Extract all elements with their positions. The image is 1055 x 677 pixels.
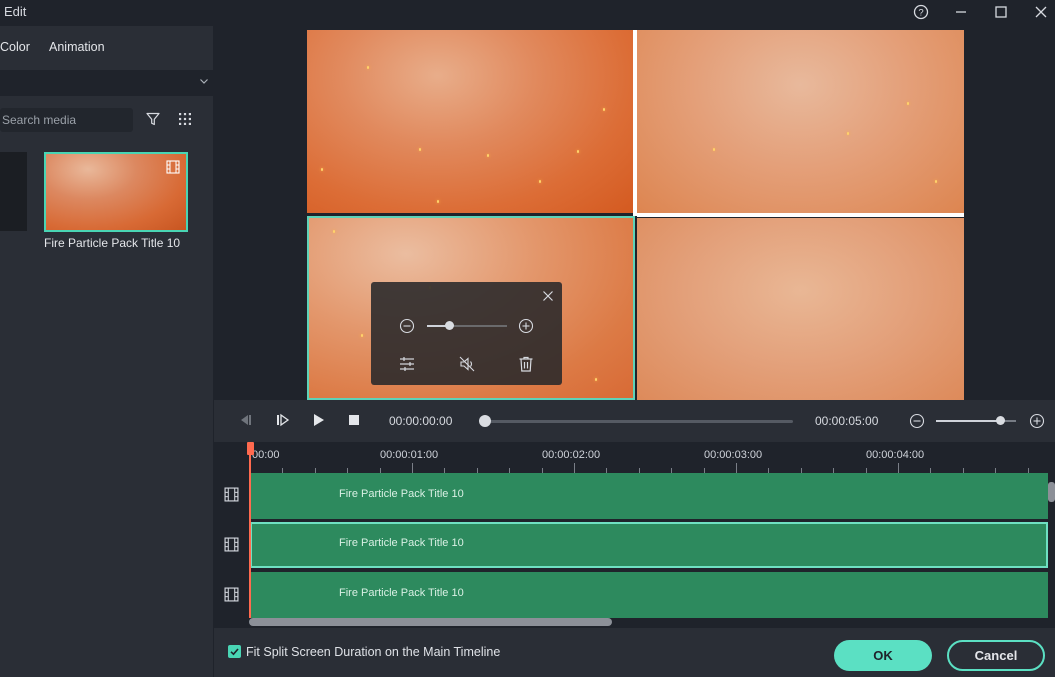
ruler-label: 00:00:02:00 [542,449,601,461]
playhead-handle[interactable] [247,442,254,455]
total-timecode: 00:00:05:00 [815,414,879,428]
dialog-footer: Fit Split Screen Duration on the Main Ti… [214,628,1055,677]
playback-scrubber-handle[interactable] [479,415,491,427]
split-cell-4[interactable] [637,218,964,400]
zoom-out-icon[interactable] [909,413,925,429]
transport-bar: 00:00:00:00 00:00:05:00 [214,400,1055,442]
grid-view-button[interactable] [176,110,194,128]
search-box [0,108,133,132]
filter-button[interactable] [144,110,162,128]
ruler-tick [412,463,413,473]
timeline-zoom-slider-fill [936,420,1000,422]
ruler-tick [736,463,737,473]
tab-animation[interactable]: Animation [49,40,105,54]
film-icon [224,587,239,602]
stop-icon[interactable] [348,414,360,426]
adjust-icon[interactable] [398,355,416,373]
title-bar: Edit ? [0,0,1055,26]
film-icon [224,537,239,552]
cancel-button[interactable]: Cancel [947,640,1045,671]
fit-duration-checkbox[interactable] [228,645,241,658]
zoom-in-icon[interactable] [1029,413,1045,429]
help-button[interactable]: ? [909,1,933,23]
play-icon[interactable] [312,412,326,428]
chevron-down-icon [200,79,208,84]
timeline-horizontal-scrollbar[interactable] [249,618,612,626]
checkmark-icon [230,648,239,656]
timeline-clip-selected[interactable]: Fire Particle Pack Title 10 [250,522,1048,568]
media-thumbnail[interactable] [44,152,188,232]
current-timecode: 00:00:00:00 [389,414,453,428]
window-title: Edit [4,4,27,19]
close-icon[interactable] [542,290,554,302]
preview-area [214,26,1055,400]
ruler-label: 00:00:04:00 [866,449,925,461]
trash-icon[interactable] [517,355,535,373]
split-cell-2[interactable] [637,30,964,213]
timeline-zoom-slider-handle[interactable] [996,416,1005,425]
grid-icon [179,113,191,125]
maximize-button[interactable] [989,1,1013,23]
category-dropdown[interactable] [0,70,213,96]
minimize-button[interactable] [949,1,973,23]
tab-bar: Color Animation [0,26,213,69]
clip-label: Fire Particle Pack Title 10 [339,537,464,549]
timeline-ruler[interactable]: 00:00 00:00:01:00 00:00:02:00 00:00:03:0… [250,442,1055,473]
mute-icon[interactable] [458,355,476,373]
play-frame-icon[interactable] [276,412,290,428]
ruler-label: 00:00:01:00 [380,449,439,461]
svg-text:?: ? [918,8,923,19]
clip-label: Fire Particle Pack Title 10 [339,488,464,500]
timeline-clip[interactable]: Fire Particle Pack Title 10 [250,572,1048,618]
tab-color[interactable]: Color [0,40,30,54]
maximize-icon [995,6,1007,18]
media-thumbnail-partial[interactable] [0,152,27,231]
search-input[interactable] [2,111,127,129]
fit-duration-label[interactable]: Fit Split Screen Duration on the Main Ti… [246,645,500,659]
filter-icon [146,112,160,126]
prev-frame-icon[interactable] [239,412,253,428]
media-item-label: Fire Particle Pack Title 10 [44,236,181,250]
ruler-tick [574,463,575,473]
playhead[interactable] [249,442,251,618]
split-divider-vertical [633,30,637,216]
close-window-button[interactable] [1029,1,1053,23]
timeline-clip[interactable]: Fire Particle Pack Title 10 [250,473,1048,519]
split-cell-1[interactable] [307,30,633,213]
playback-scrubber[interactable] [485,420,793,423]
popup-zoom-slider-handle[interactable] [445,321,454,330]
zoom-out-icon[interactable] [399,318,415,334]
clip-label: Fire Particle Pack Title 10 [339,587,464,599]
split-divider-horizontal [637,213,964,217]
zoom-in-icon[interactable] [518,318,534,334]
minimize-icon [956,11,966,13]
ruler-label: 00:00:03:00 [704,449,763,461]
ok-button[interactable]: OK [834,640,932,671]
timeline-vertical-scrollbar[interactable] [1048,482,1055,502]
film-icon [224,487,239,502]
ruler-label: 00:00 [252,449,280,461]
help-icon: ? [913,4,929,20]
film-icon [166,160,180,174]
close-icon [1035,6,1047,18]
timeline: 00:00 00:00:01:00 00:00:02:00 00:00:03:0… [214,442,1055,628]
ruler-tick [898,463,899,473]
clip-edit-popup [371,282,562,385]
left-panel: Color Animation Fire Particle Pack Title… [0,26,213,677]
track-headers [214,473,250,623]
